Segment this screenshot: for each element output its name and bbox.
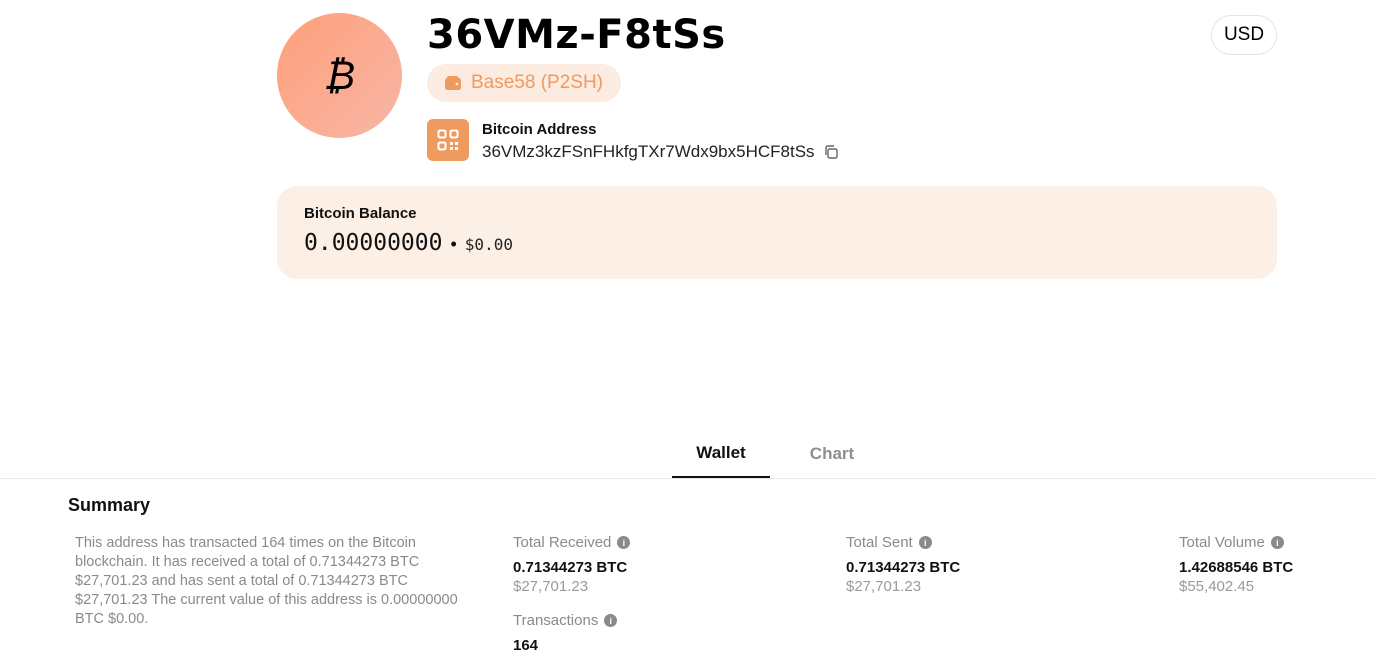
qr-code-icon [437,129,459,151]
total-volume-usd: $55,402.45 [1179,578,1255,595]
qr-code-button[interactable] [427,119,469,161]
address-info: Bitcoin Address 36VMz3kzFSnFHkfgTXr7Wdx9… [482,119,839,162]
info-icon[interactable]: i [918,536,932,549]
page: ₿ 36VMz-F8tSs Base58 (P2SH) USD Bitcoin … [0,0,1377,660]
total-sent-label: Total Sent [846,534,913,551]
stat-transactions: Transactions i 164 [513,612,618,654]
address-row: Bitcoin Address 36VMz3kzFSnFHkfgTXr7Wdx9… [427,119,839,162]
total-sent-btc: 0.71344273 BTC [846,559,961,576]
info-icon[interactable]: i [604,614,618,627]
tab-wallet[interactable]: Wallet [672,430,770,478]
total-volume-label: Total Volume [1179,534,1265,551]
address-value-row: 36VMz3kzFSnFHkfgTXr7Wdx9bx5HCF8tSs [482,142,839,162]
summary-description: This address has transacted 164 times on… [75,535,458,627]
address-type-badge: Base58 (P2SH) [427,64,622,102]
info-icon[interactable]: i [617,536,631,549]
stat-label: Transactions i [513,612,618,629]
stat-label: Total Sent i [846,534,960,551]
address-label: Bitcoin Address [482,121,597,138]
page-title: 36VMz-F8tSs [427,12,726,58]
address-type-label: Base58 (P2SH) [471,72,604,93]
balance-separator: • [450,234,457,254]
total-volume-btc: 1.42688546 BTC [1179,559,1294,576]
currency-selector-button[interactable]: USD [1211,15,1277,55]
info-icon[interactable]: i [1270,536,1284,549]
bitcoin-icon: ₿ [323,52,356,99]
total-received-label: Total Received [513,534,612,551]
stat-total-volume: Total Volume i 1.42688546 BTC $55,402.45 [1179,534,1293,595]
tab-chart[interactable]: Chart [782,430,882,478]
stat-label: Total Volume i [1179,534,1293,551]
transactions-value: 164 [513,637,539,654]
bitcoin-avatar: ₿ [277,13,402,138]
wallet-icon [445,76,461,90]
address-value: 36VMz3kzFSnFHkfgTXr7Wdx9bx5HCF8tSs [482,142,815,161]
balance-btc-value: 0.00000000 [304,230,443,256]
tab-bar: Wallet Chart [0,430,1377,479]
stat-total-received: Total Received i 0.71344273 BTC $27,701.… [513,534,631,595]
copy-icon[interactable] [823,144,839,160]
total-received-usd: $27,701.23 [513,578,589,595]
total-received-btc: 0.71344273 BTC [513,559,628,576]
stat-total-sent: Total Sent i 0.71344273 BTC $27,701.23 [846,534,960,595]
balance-usd-value: $0.00 [464,235,513,254]
stat-label: Total Received i [513,534,631,551]
transactions-label: Transactions [513,612,599,629]
balance-row: 0.00000000 • $0.00 [304,230,1250,256]
summary-title: Summary [68,495,151,515]
balance-label: Bitcoin Balance [304,205,417,222]
total-sent-usd: $27,701.23 [846,578,922,595]
balance-card: Bitcoin Balance 0.00000000 • $0.00 [277,186,1277,279]
